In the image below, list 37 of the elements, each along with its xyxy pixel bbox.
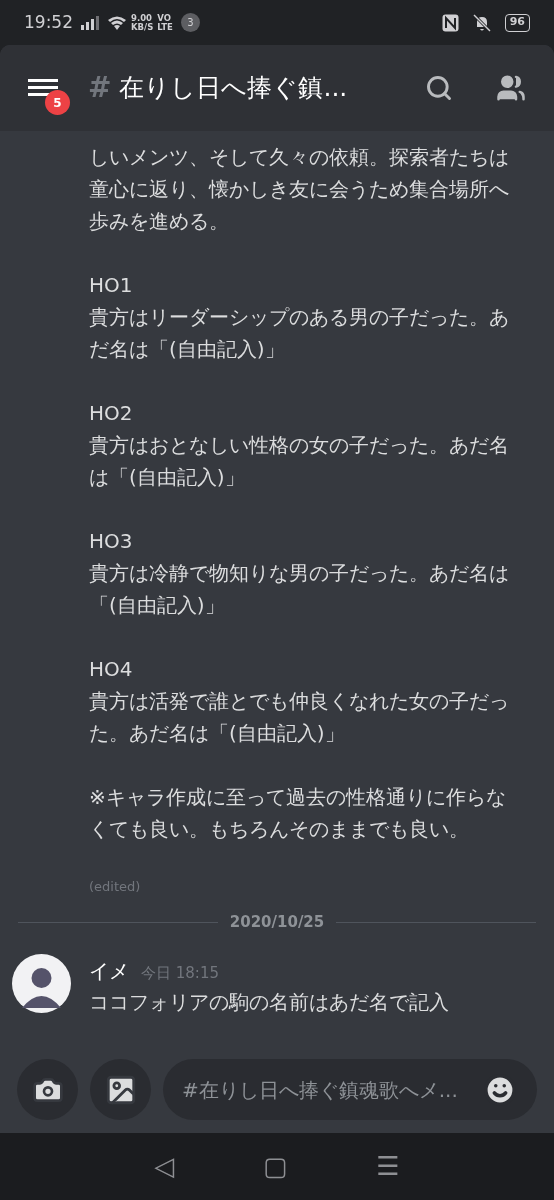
message-input[interactable]: #在りし日へ捧ぐ鎮魂歌へメ...: [182, 1074, 483, 1105]
hash-symbol: #: [88, 70, 112, 106]
recents-button[interactable]: ☰: [376, 1147, 400, 1186]
message-heading: HO2: [89, 400, 134, 427]
back-button[interactable]: ◁: [154, 1147, 175, 1186]
message-text: ココフォリアの駒の名前はあだ名で記入: [89, 988, 449, 1016]
date-divider: 2020/10/25: [229, 912, 325, 933]
nfc-icon: [441, 13, 459, 32]
message-text: しいメンツ、そして久々の依頼。探索者たちは童心に返り、懐かしき友に会うため集合場所へ歩みを進める。: [89, 144, 510, 235]
status-time: 19:52: [24, 10, 73, 34]
message-time: 今日 18:15: [141, 962, 219, 984]
speed-unit: KB/S: [131, 22, 154, 32]
volte-label: VO: [157, 13, 172, 23]
message-heading: HO4: [89, 656, 134, 683]
message-text: 貴方は活発で誰とでも仲良くなれた女の子だった。あだ名は「(自由記入)」: [89, 688, 510, 747]
lte-label: LTE: [157, 22, 173, 32]
message-heading: HO1: [89, 272, 134, 299]
home-button[interactable]: ▢: [263, 1147, 288, 1186]
composer-bar[interactable]: #在りし日へ捧ぐ鎮魂歌へメ...: [163, 1059, 537, 1120]
avatar-icon[interactable]: [12, 953, 71, 1013]
message-heading: HO3: [89, 528, 134, 555]
muted-bell-icon: [470, 13, 493, 32]
channel-title: 在りし日へ捧ぐ鎮...: [119, 72, 348, 105]
network-speed: 9.00: [131, 13, 153, 23]
edited-label: (edited): [89, 878, 142, 896]
battery-indicator: 96: [504, 13, 530, 32]
signal-icon: [81, 15, 99, 30]
message-text: 貴方は冷静で物知りな男の子だった。あだ名は「(自由記入)」: [89, 560, 510, 619]
notification-count: 3: [180, 13, 200, 32]
author-name[interactable]: イメ: [89, 955, 129, 986]
wifi-icon: [107, 14, 127, 31]
message-text: 貴方はリーダーシップのある男の子だった。あだ名は「(自由記入)」: [89, 304, 510, 363]
unread-badge: 5: [45, 90, 70, 115]
message-text: 貴方はおとなしい性格の女の子だった。あだ名は「(自由記入)」: [89, 432, 510, 491]
members-icon[interactable]: [496, 73, 526, 103]
message-text: ※キャラ作成に至って過去の性格通りに作らなくても良い。もちろんそのままでも良い。: [89, 784, 507, 843]
search-icon[interactable]: [425, 74, 453, 102]
